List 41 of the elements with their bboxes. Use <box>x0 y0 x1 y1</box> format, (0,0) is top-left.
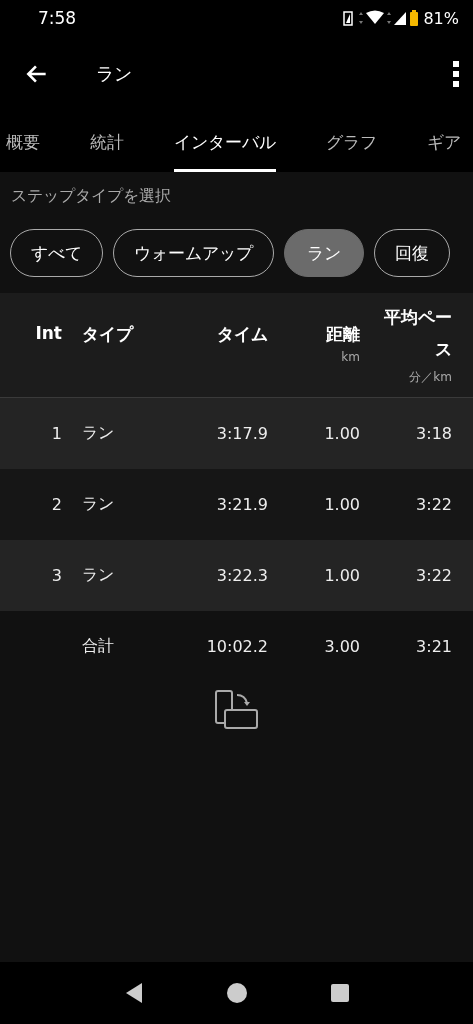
tab[interactable]: ギア <box>402 112 473 172</box>
table-cell-text: ラン <box>81 565 115 586</box>
more-menu-icon[interactable] <box>453 61 459 87</box>
table-cell-text: 10:02.2 <box>205 637 268 656</box>
column-unit: 分／km <box>409 369 452 386</box>
table-cell-text: 2 <box>50 495 62 514</box>
column-unit: km <box>341 350 360 364</box>
table-cell-text: 3:17.9 <box>215 424 268 443</box>
table-cell-text: 1.00 <box>323 495 360 514</box>
signal-icon <box>343 9 420 27</box>
recents-nav-icon[interactable] <box>329 983 350 1003</box>
total-label: 合計 <box>81 636 115 657</box>
table-cell-text: ラン <box>81 494 115 515</box>
table-cell-text: 3 <box>50 566 62 585</box>
table-cell-text: ラン <box>81 423 115 444</box>
tab[interactable]: 統計 <box>65 112 149 172</box>
column-header: 距離 <box>326 323 360 346</box>
table-cell-text: 3:22 <box>415 566 452 585</box>
table-cell-text: 1.00 <box>323 424 360 443</box>
column-header: Int <box>35 323 62 343</box>
column-header: タイプ <box>82 323 133 346</box>
table-cell-text: 3:22.3 <box>215 566 268 585</box>
table-cell-text: 3:21 <box>415 637 452 656</box>
filter-chip[interactable]: ラン <box>284 229 364 277</box>
table-cell-text: 1 <box>50 424 62 443</box>
table-cell-text: 3:18 <box>415 424 452 443</box>
rotate-screen-icon[interactable] <box>214 690 259 730</box>
tab[interactable]: インターバル <box>149 112 301 172</box>
table-cell-text: 3.00 <box>323 637 360 656</box>
home-nav-icon[interactable] <box>225 982 248 1004</box>
screen-title: ラン <box>96 62 133 86</box>
column-header: 平均ペース <box>383 306 452 361</box>
tab[interactable]: 概要 <box>0 112 65 172</box>
battery-percent: 81% <box>423 8 459 28</box>
table-cell-text: 1.00 <box>323 566 360 585</box>
tab[interactable]: グラフ <box>301 112 402 172</box>
table-cell-text: 3:22 <box>415 495 452 514</box>
status-time: 7:58 <box>38 8 77 28</box>
column-header: タイム <box>217 323 268 346</box>
filter-label: ステップタイプを選択 <box>10 185 172 207</box>
table-cell-text: 3:21.9 <box>215 495 268 514</box>
